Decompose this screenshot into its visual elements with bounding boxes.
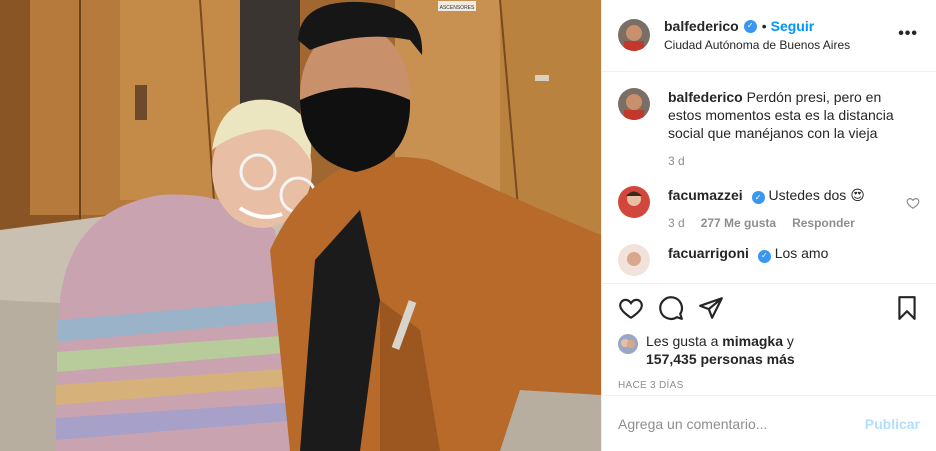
comments-list[interactable]: balfederico Perdón presi, pero en estos … xyxy=(602,72,936,284)
comment-item: facuarrigoni ✓ Los amo xyxy=(618,244,920,277)
caption-username[interactable]: balfederico xyxy=(668,89,743,105)
post-photo[interactable]: ASCENSORES xyxy=(0,0,601,451)
author-avatar[interactable] xyxy=(618,19,650,52)
caption-avatar[interactable] xyxy=(618,87,650,120)
likes-summary: Les gusta a mimagka y 157,435 personas m… xyxy=(618,332,920,368)
post-header: balfederico ✓ • Seguir Ciudad Autónoma d… xyxy=(602,0,936,72)
post-timestamp[interactable]: HACE 3 DÍAS xyxy=(618,380,920,391)
comment-username[interactable]: facumazzei xyxy=(668,187,743,203)
caption-time[interactable]: 3 d xyxy=(668,154,685,168)
selfie-photo: ASCENSORES xyxy=(0,0,601,451)
comment-icon[interactable] xyxy=(658,295,684,321)
instagram-post: ASCENSORES balfederico ✓ • Seguir Ciudad… xyxy=(0,0,936,451)
more-options-icon[interactable]: ••• xyxy=(898,26,918,42)
post-location[interactable]: Ciudad Autónoma de Buenos Aires xyxy=(664,38,850,52)
like-comment-icon[interactable] xyxy=(906,196,920,210)
author-username[interactable]: balfederico xyxy=(664,18,739,34)
liker-username[interactable]: mimagka xyxy=(722,333,783,349)
verified-icon: ✓ xyxy=(751,191,765,205)
share-icon[interactable] xyxy=(698,295,724,321)
comment-input[interactable] xyxy=(618,415,865,432)
follow-button[interactable]: Seguir xyxy=(771,18,815,34)
separator-dot: • xyxy=(761,18,767,35)
likes-prefix: Les gusta a xyxy=(646,333,719,350)
comment-text: Ustedes dos 😍 xyxy=(768,186,865,203)
verified-icon: ✓ xyxy=(757,249,771,263)
like-icon[interactable] xyxy=(618,295,644,321)
comment-likes[interactable]: 277 Me gusta xyxy=(701,216,776,230)
likes-count[interactable]: 157,435 personas más xyxy=(646,351,795,367)
comment-composer: Publicar xyxy=(602,395,936,451)
comment-avatar[interactable] xyxy=(618,244,650,277)
verified-icon: ✓ xyxy=(743,19,757,33)
likes-connector: y xyxy=(786,333,794,350)
save-icon[interactable] xyxy=(894,295,920,321)
comment-time[interactable]: 3 d xyxy=(668,216,685,230)
post-sidebar: balfederico ✓ • Seguir Ciudad Autónoma d… xyxy=(601,0,936,451)
comment-avatar[interactable] xyxy=(618,185,650,218)
liker-avatar[interactable] xyxy=(618,334,638,355)
comment-username[interactable]: facuarrigoni xyxy=(668,245,749,261)
caption: balfederico Perdón presi, pero en estos … xyxy=(618,87,920,168)
publish-button[interactable]: Publicar xyxy=(865,416,920,432)
comment-text: Los amo xyxy=(774,245,829,262)
comment-item: facumazzei ✓ Ustedes dos 😍 3 d 277 Me gu… xyxy=(618,185,920,230)
reply-button[interactable]: Responder xyxy=(792,216,855,230)
elevator-sign: ASCENSORES xyxy=(440,5,475,11)
